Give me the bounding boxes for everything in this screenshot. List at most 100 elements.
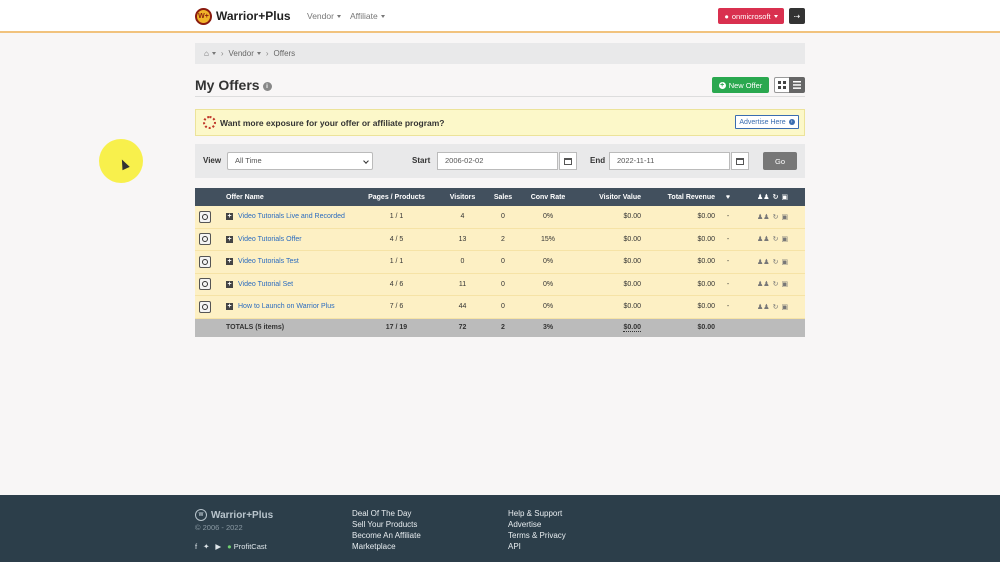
row-dropdown[interactable] <box>199 229 211 251</box>
favorite-cell[interactable]: - <box>721 296 735 318</box>
sales-cell: 0 <box>501 258 505 266</box>
affiliate-menu[interactable]: Affiliate <box>350 11 385 21</box>
chevron-circle-down-icon <box>199 300 211 313</box>
favorite-cell[interactable]: - <box>721 274 735 296</box>
users-icon[interactable]: ♟♟ <box>757 213 770 221</box>
grid-view-button[interactable] <box>774 77 790 93</box>
favorite-cell[interactable]: - <box>721 206 735 228</box>
twitter-icon[interactable]: ✦ <box>203 542 209 551</box>
refresh-icon[interactable]: ↻ <box>773 280 779 288</box>
row-dropdown[interactable] <box>199 251 211 273</box>
vendor-menu[interactable]: Vendor <box>307 11 341 21</box>
row-actions: ♟♟ ↻ ▣ <box>757 229 788 251</box>
users-icon[interactable]: ♟♟ <box>757 258 770 266</box>
table-row: + Video Tutorials Offer 4 / 5 13 2 15% $0.00 $0… <box>195 228 805 251</box>
affiliate-menu-label: Affiliate <box>350 11 378 21</box>
start-date-input[interactable]: 2006-02-02 <box>437 152 558 170</box>
row-actions: ♟♟ ↻ ▣ <box>757 251 788 273</box>
top-navbar: W+ Warrior+Plus Vendor Affiliate ● onmic… <box>0 0 1000 33</box>
header-offer-name[interactable]: Offer Name <box>226 188 264 206</box>
youtube-icon[interactable]: ▶ <box>215 542 221 551</box>
refresh-icon[interactable]: ↻ <box>773 303 779 311</box>
new-offer-button[interactable]: + New Offer <box>712 77 769 93</box>
sign-out-icon: ⇢ <box>793 11 801 21</box>
favorite-cell[interactable]: - <box>721 251 735 273</box>
pages-products-cell: 1 / 1 <box>389 258 404 266</box>
footer-link-advertise[interactable]: Advertise <box>508 519 566 530</box>
view-select[interactable]: All Time <box>227 152 373 170</box>
offer-name-link[interactable]: Video Tutorials Live and Recorded <box>238 213 345 220</box>
header-pages-products[interactable]: Pages / Products <box>355 188 438 206</box>
offer-name-link[interactable]: How to Launch on Warrior Plus <box>238 303 335 310</box>
conv-rate-cell: 0% <box>542 258 554 266</box>
header-sales[interactable]: Sales <box>483 188 523 206</box>
expand-plus-icon[interactable]: + <box>226 213 233 221</box>
end-calendar-button[interactable] <box>731 152 749 170</box>
offer-name-link[interactable]: Video Tutorials Test <box>238 258 299 265</box>
offer-name-cell: + Video Tutorials Test <box>226 251 299 273</box>
list-view-button[interactable] <box>789 77 805 93</box>
breadcrumb-vendor[interactable]: Vendor <box>229 49 261 58</box>
refresh-icon[interactable]: ↻ <box>773 235 779 243</box>
visitor-value-cell: $0.00 <box>623 258 641 266</box>
footer-link-api[interactable]: API <box>508 541 566 552</box>
home-icon[interactable]: ⌂ <box>204 49 209 58</box>
footer-link-help-support[interactable]: Help & Support <box>508 508 566 519</box>
favorite-cell[interactable]: - <box>721 229 735 251</box>
info-icon[interactable]: i <box>262 81 272 91</box>
footer-link-terms-privacy[interactable]: Terms & Privacy <box>508 530 566 541</box>
start-calendar-button[interactable] <box>559 152 577 170</box>
footer-link-become-an-affiliate[interactable]: Become An Affiliate <box>352 530 421 541</box>
expand-plus-icon[interactable]: + <box>226 303 233 311</box>
warrior-plus-logo-icon: W <box>195 509 207 521</box>
users-icon[interactable]: ♟♟ <box>757 235 770 243</box>
offer-name-link[interactable]: Video Tutorials Offer <box>238 236 302 243</box>
expand-plus-icon[interactable]: + <box>226 235 233 243</box>
header-conv-rate[interactable]: Conv Rate <box>523 188 573 206</box>
pages-products-cell: 4 / 6 <box>389 280 404 288</box>
row-dropdown[interactable] <box>199 296 211 318</box>
users-icon: ♟♟ <box>757 194 770 201</box>
profitcast-link[interactable]: ● ProfitCast <box>227 542 267 551</box>
refresh-icon[interactable]: ↻ <box>773 258 779 266</box>
profitcast-icon: ● <box>227 542 232 551</box>
row-dropdown[interactable] <box>199 274 211 296</box>
user-menu-button[interactable]: ● onmicrosoft <box>718 8 784 24</box>
header-total-revenue[interactable]: Total Revenue <box>645 188 715 206</box>
refresh-icon[interactable]: ↻ <box>773 213 779 221</box>
footer-copyright: © 2006 - 2022 <box>195 523 243 532</box>
lock-icon[interactable]: ▣ <box>781 258 788 266</box>
footer-link-sell-your-products[interactable]: Sell Your Products <box>352 519 421 530</box>
lock-icon[interactable]: ▣ <box>781 235 788 243</box>
total-revenue-cell: $0.00 <box>697 235 715 243</box>
plus-circle-icon: + <box>718 81 726 89</box>
footer-link-deal-of-the-day[interactable]: Deal Of The Day <box>352 508 421 519</box>
offer-name-link[interactable]: Video Tutorial Set <box>238 281 293 288</box>
heart-icon: ♥ <box>725 193 731 201</box>
footer-link-marketplace[interactable]: Marketplace <box>352 541 421 552</box>
pages-products-cell: 1 / 1 <box>389 213 404 221</box>
users-icon[interactable]: ♟♟ <box>757 280 770 288</box>
facebook-icon[interactable]: f <box>195 542 197 551</box>
logout-button[interactable]: ⇢ <box>789 8 805 24</box>
row-dropdown[interactable] <box>199 206 211 228</box>
header-visitor-value[interactable]: Visitor Value <box>575 188 641 206</box>
breadcrumb-separator: › <box>220 49 224 58</box>
brand-logo[interactable]: W+ Warrior+Plus <box>195 7 291 25</box>
offer-name-cell: + Video Tutorial Set <box>226 274 293 296</box>
date-filter-bar: View All Time Start 2006-02-02 End 2022-… <box>195 144 805 178</box>
lock-icon[interactable]: ▣ <box>781 280 788 288</box>
users-icon[interactable]: ♟♟ <box>757 303 770 311</box>
lock-icon[interactable]: ▣ <box>781 303 788 311</box>
header-visitors[interactable]: Visitors <box>440 188 485 206</box>
advertise-here-button[interactable]: Advertise Here › <box>735 115 799 129</box>
view-label: View <box>203 156 222 165</box>
expand-plus-icon[interactable]: + <box>226 258 233 266</box>
lock-icon[interactable]: ▣ <box>781 213 788 221</box>
end-date-input[interactable]: 2022-11-11 <box>609 152 730 170</box>
expand-plus-icon[interactable]: + <box>226 280 233 288</box>
go-button[interactable]: Go <box>763 152 797 170</box>
footer-brand[interactable]: W Warrior+Plus <box>195 509 273 521</box>
pages-products-cell: 4 / 5 <box>389 235 404 243</box>
table-body: + Video Tutorials Live and Recorded 1 / 1 4… <box>195 206 805 319</box>
